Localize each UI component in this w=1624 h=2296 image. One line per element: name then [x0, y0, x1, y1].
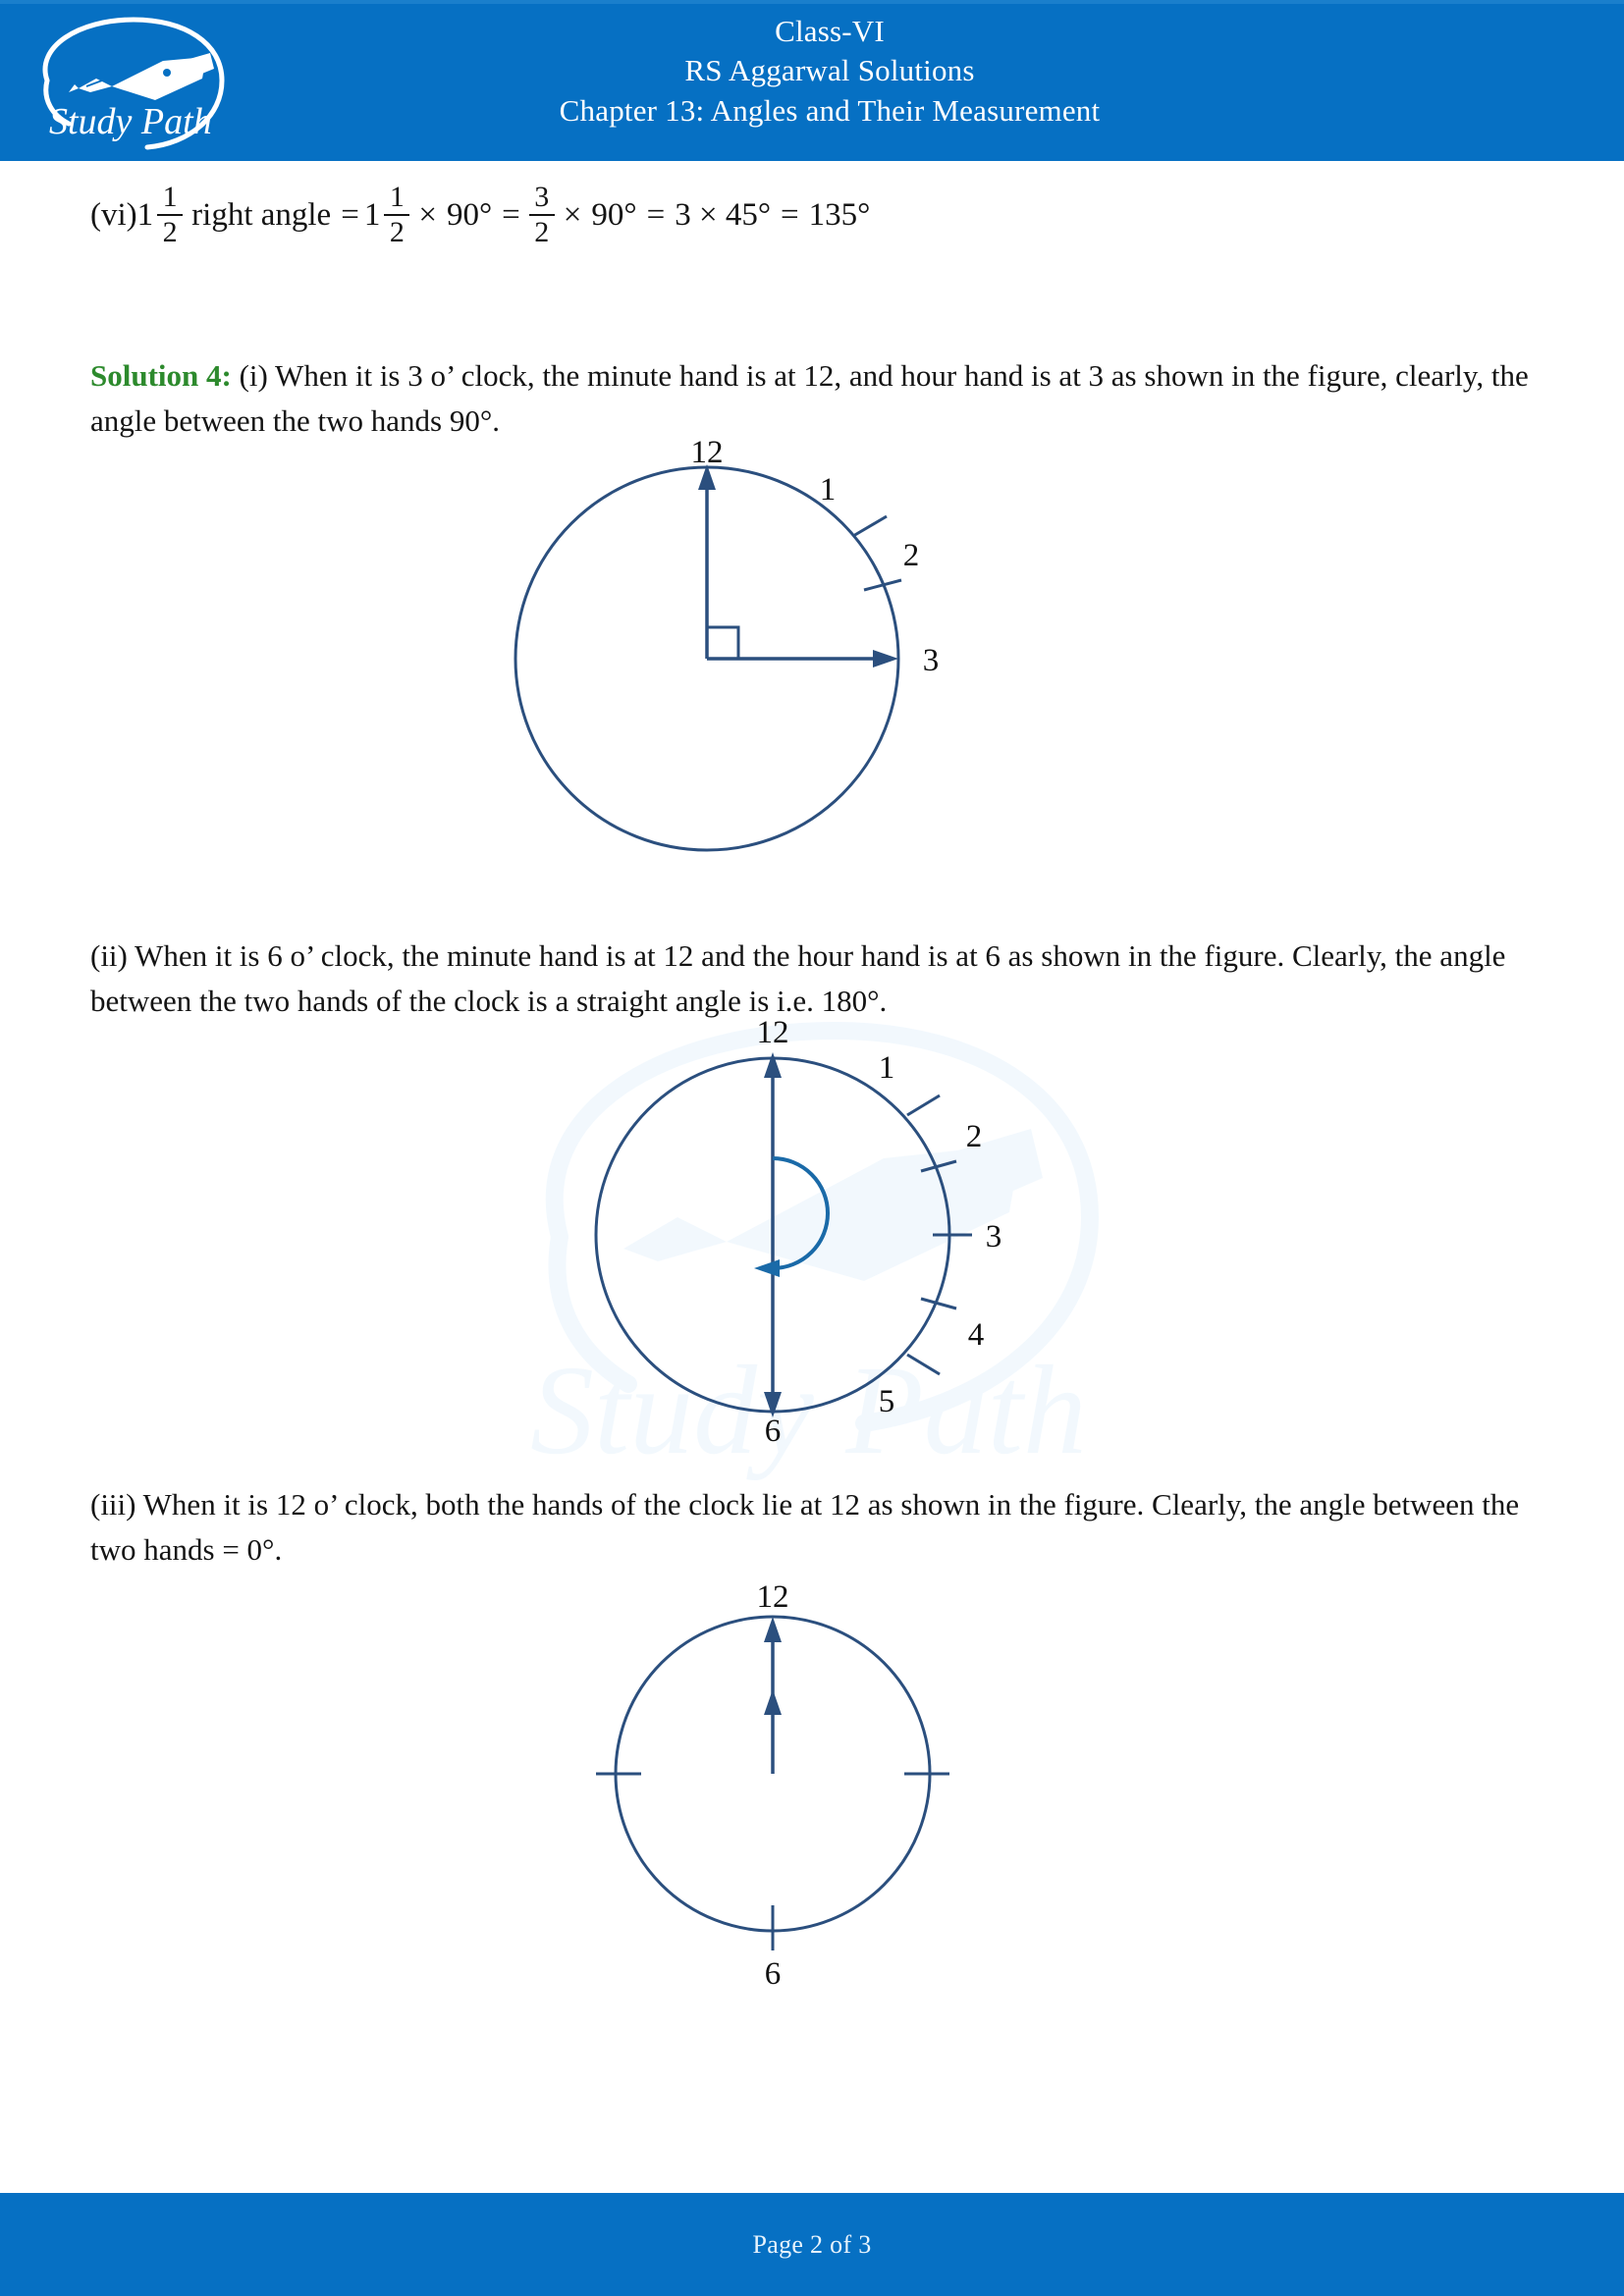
clock-label-12: 12: [691, 435, 724, 470]
equation-fraction-1: 1 2: [157, 181, 184, 248]
clock2-svg: 12 1 2 3 4 5 6: [594, 1015, 1002, 1449]
clock-label-1: 1: [820, 472, 837, 507]
clock3-svg: 12 6: [596, 1579, 949, 1992]
page-footer: Page 2 of 3: [0, 2193, 1624, 2296]
clock-label-3: 3: [923, 643, 940, 678]
header-book-line: RS Aggarwal Solutions: [684, 53, 975, 88]
clock-figure-12-oclock: 12 6: [0, 1579, 1624, 1998]
clock-label-2: 2: [966, 1119, 983, 1154]
solution-label: Solution 4:: [90, 358, 232, 393]
page-header: Study Path Class-VI RS Aggarwal Solution…: [0, 0, 1624, 161]
equation-multiply-2: ×: [563, 196, 582, 233]
angle-arc-180: [772, 1156, 830, 1271]
fraction-denominator: 2: [389, 216, 405, 248]
clock-label-5: 5: [879, 1384, 895, 1419]
clock-label-6: 6: [765, 1414, 782, 1449]
minute-hand-arrowhead: [764, 1052, 782, 1079]
clock-label-2: 2: [903, 538, 920, 573]
page-number-text: Page 2 of 3: [752, 2229, 872, 2259]
equation-value-3: 3 × 45°: [675, 196, 772, 233]
equation-value-1: 90°: [446, 196, 493, 233]
fraction-numerator: 1: [162, 181, 178, 213]
clock-label-1: 1: [879, 1050, 895, 1086]
tick-mark-2: [920, 1159, 957, 1173]
clock-label-12: 12: [757, 1579, 789, 1615]
header-chapter-line: Chapter 13: Angles and Their Measurement: [559, 92, 1101, 128]
clock-label-3: 3: [986, 1219, 1002, 1255]
clock-label-6: 6: [765, 1956, 782, 1992]
equation-vi: (vi) 1 1 2 right angle = 1 1 2 × 90° = 3…: [90, 161, 1534, 247]
header-title-block: Class-VI RS Aggarwal Solutions Chapter 1…: [265, 12, 1394, 131]
equation-whole-2: 1: [363, 196, 381, 233]
clock-label-4: 4: [968, 1317, 985, 1353]
equation-whole-1: 1: [136, 196, 154, 233]
angle-arc-arrowhead: [754, 1259, 780, 1278]
equation-equals-2: =: [502, 196, 520, 233]
tick-mark-5: [906, 1353, 941, 1376]
fraction-numerator: 3: [534, 181, 550, 213]
solution-paragraph-ii: (ii) When it is 6 o’ clock, the minute h…: [90, 938, 1506, 1018]
document-page: Study Path Class-VI RS Aggarwal Solution…: [0, 0, 1624, 2296]
equation-multiply-1: ×: [418, 196, 437, 233]
equation-equals-4: =: [781, 196, 799, 233]
fraction-numerator: 1: [389, 181, 405, 213]
right-angle-marker: [707, 625, 740, 660]
equation-fraction-3: 3 2: [528, 181, 555, 248]
solution-text-i: (i) When it is 3 o’ clock, the minute ha…: [90, 358, 1529, 438]
hour-hand-arrowhead: [873, 650, 898, 668]
tick-mark-1: [852, 514, 888, 538]
clock-figure-6-oclock: 12 1 2 3 4 5 6: [0, 1009, 1624, 1480]
tick-mark-4: [920, 1297, 957, 1310]
clock1-svg: 12 1 2 3: [514, 435, 940, 852]
fraction-denominator: 2: [534, 216, 550, 248]
equation-value-2: 90°: [591, 196, 637, 233]
equation-equals-3: =: [646, 196, 666, 233]
equation-equals-1: =: [341, 196, 359, 233]
equation-result: 135°: [808, 196, 871, 233]
hour-hand-arrowhead: [764, 1689, 782, 1716]
solution-paragraph-iii: (iii) When it is 12 o’ clock, both the h…: [90, 1487, 1520, 1567]
equation-fraction-2: 1 2: [384, 181, 410, 248]
minute-hand-arrowhead: [764, 1617, 782, 1643]
clock-label-12: 12: [757, 1015, 789, 1050]
clock-figure-3-oclock: 12 1 2 3: [0, 435, 1624, 924]
equation-label: (vi): [90, 196, 137, 233]
fountain-pen-icon: [69, 53, 214, 100]
study-path-logo: Study Path: [18, 10, 263, 159]
header-class-line: Class-VI: [775, 14, 885, 48]
fraction-denominator: 2: [162, 216, 178, 248]
page-content: (vi) 1 1 2 right angle = 1 1 2 × 90° = 3…: [0, 161, 1624, 1998]
tick-mark-1: [906, 1094, 941, 1117]
logo-wordmark: Study Path: [49, 101, 212, 142]
logo-svg: Study Path: [42, 17, 225, 150]
equation-term-1: right angle: [191, 196, 332, 233]
solution-paragraph-i: Solution 4: (i) When it is 3 o’ clock, t…: [90, 247, 1534, 443]
